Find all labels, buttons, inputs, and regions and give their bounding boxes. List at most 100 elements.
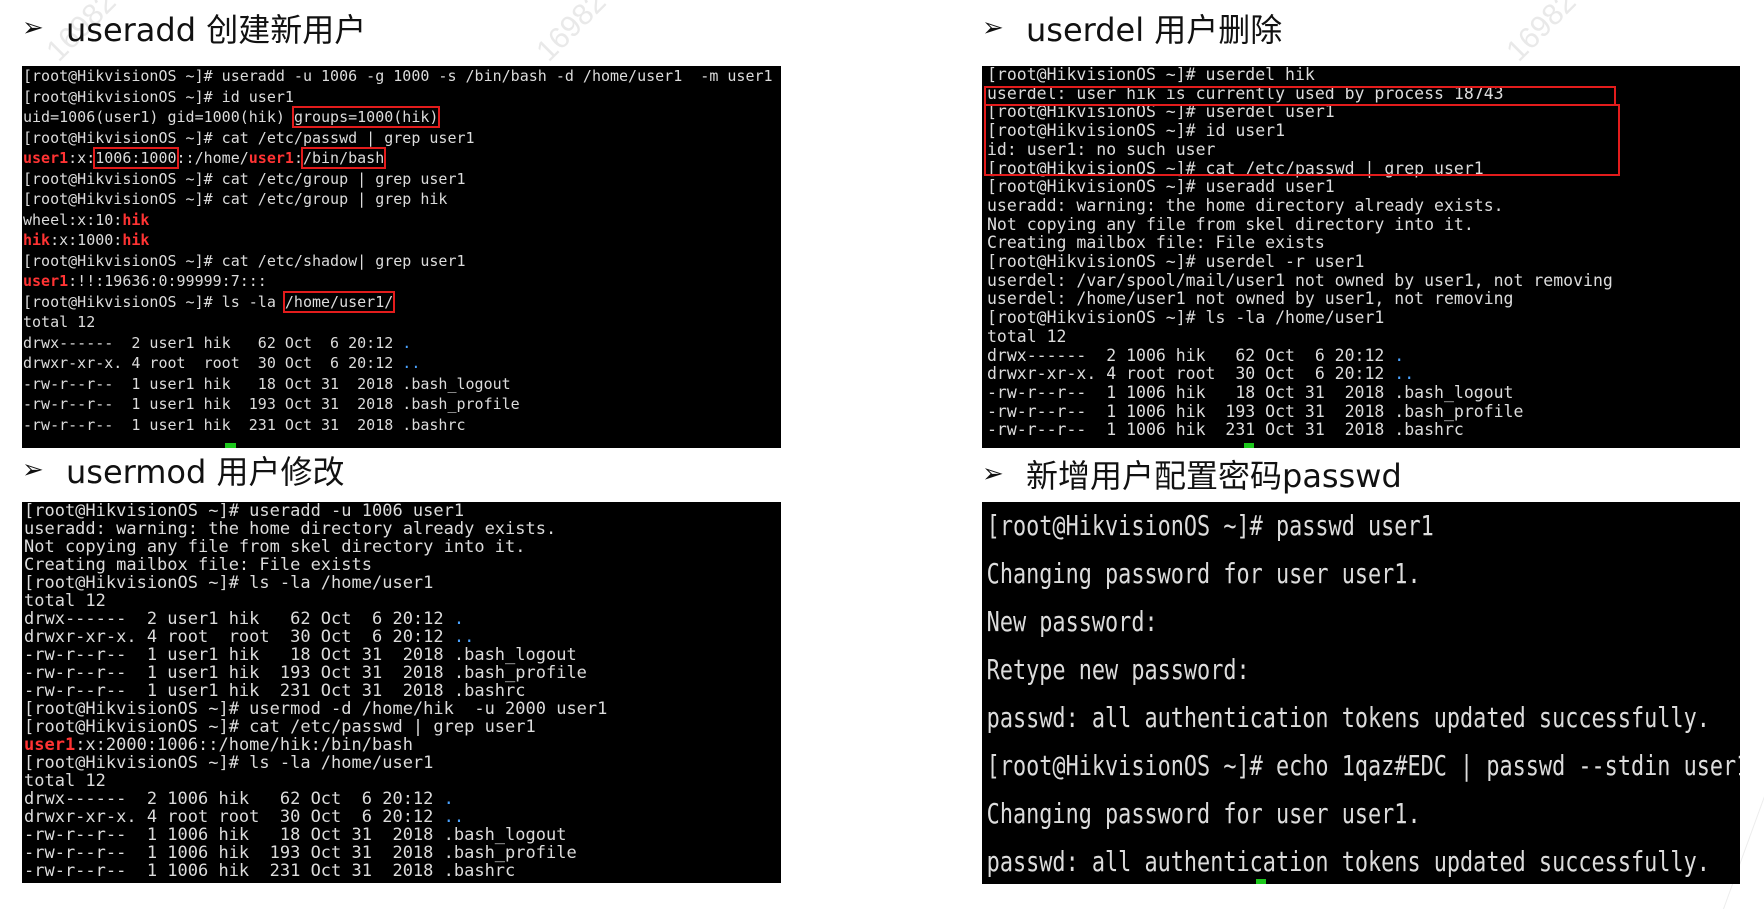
terminal-line: [root@HikvisionOS ~]# cat /etc/group | g… <box>23 169 466 188</box>
terminal-line: [root@HikvisionOS ~]# ls -la /home/user1… <box>22 290 781 313</box>
terminal-line: -rw-r--r-- 1 user1 hik 231 Oct 31 2018 .… <box>24 681 526 701</box>
arrow-bullet-icon: ➢ <box>982 459 1004 489</box>
terminal-line: useradd: warning: the home directory alr… <box>987 195 1504 215</box>
terminal-line: [root@HikvisionOS ~]# echo 1qaz#EDC | pa… <box>986 749 1740 782</box>
terminal-line: [root@HikvisionOS ~]# useradd -u 1006 -g… <box>23 67 773 85</box>
terminal-userdel: [root@HikvisionOS ~]# userdel hik userde… <box>982 66 1740 448</box>
heading-passwd: ➢ 新增用户配置密码passwd <box>982 452 1402 496</box>
terminal-line: [root@HikvisionOS ~]# cat /etc/passwd | … <box>987 158 1484 178</box>
terminal-line: -rw-r--r-- 1 user1 hik 193 Oct 31 2018 .… <box>23 395 520 413</box>
terminal-line: userdel: user hik is currently used by p… <box>987 83 1504 103</box>
heading-usermod: ➢ usermod 用户修改 <box>22 448 344 492</box>
terminal-line: drwxr-xr-x. 4 root root 30 Oct 6 20:12 .… <box>22 353 781 374</box>
terminal-line: -rw-r--r-- 1 1006 hik 18 Oct 31 2018 .ba… <box>987 382 1514 402</box>
terminal-line: id: user1: no such user <box>987 139 1216 159</box>
text: :x:2000:1006::/home/hik:/bin/bash <box>75 735 413 755</box>
terminal-line: user1:!!:19636:0:99999:7::: <box>22 271 781 292</box>
shell-highlight: /bin/bash <box>300 147 387 169</box>
group-highlight: hik <box>122 231 150 249</box>
terminal-line: user1:x:1006:1000::/home/user1:/bin/bash <box>22 147 781 169</box>
text: drwx------ 2 user1 hik 62 Oct 6 20:12 <box>23 333 403 352</box>
terminal-useradd: [root@HikvisionOS ~]# useradd -u 1006 -g… <box>22 66 781 448</box>
terminal-line: [root@HikvisionOS ~]# userdel user1 <box>987 102 1335 122</box>
terminal-cursor <box>225 443 236 448</box>
terminal-line: [root@HikvisionOS ~]# ls -la /home/user1 <box>24 753 434 773</box>
text: : <box>293 149 303 167</box>
heading-text: usermod 用户修改 <box>66 453 345 491</box>
terminal-line: drwx------ 2 user1 hik 62 Oct 6 20:12 . <box>22 333 781 354</box>
dir-link: .. <box>402 354 421 372</box>
terminal-line: [root@HikvisionOS ~]# ls -la /home/user1 <box>987 308 1385 328</box>
dir-link: . <box>443 789 454 809</box>
terminal-line: -rw-r--r-- 1 1006 hik 193 Oct 31 2018 .b… <box>24 843 577 863</box>
group-highlight: hik <box>122 210 150 229</box>
terminal-line: [root@HikvisionOS ~]# cat /etc/group | g… <box>23 190 448 208</box>
heading-text: useradd 创建新用户 <box>66 11 367 49</box>
terminal-line: -rw-r--r-- 1 user1 hik 193 Oct 31 2018 .… <box>24 663 587 683</box>
terminal-line: total 12 <box>24 591 106 611</box>
terminal-line: [root@HikvisionOS ~]# userdel -r user1 <box>987 252 1365 272</box>
text: drwx------ 2 user1 hik 62 Oct 6 20:12 <box>24 609 454 629</box>
groups-highlight: groups=1000(hik) <box>291 106 441 128</box>
terminal-line: useradd: warning: the home directory alr… <box>24 519 557 539</box>
terminal-line: drwx------ 2 user1 hik 62 Oct 6 20:12 . <box>22 610 781 628</box>
terminal-line: userdel: /home/user1 not owned by user1,… <box>987 289 1514 309</box>
heading-text: userdel 用户删除 <box>1026 11 1283 49</box>
arrow-bullet-icon: ➢ <box>22 455 44 485</box>
text: drwxr-xr-x. 4 root root 30 Oct 6 20:12 <box>23 354 403 372</box>
heading-text: 新增用户配置密码passwd <box>1026 457 1402 495</box>
terminal-line: -rw-r--r-- 1 1006 hik 193 Oct 31 2018 .b… <box>987 401 1524 421</box>
terminal-line: Not copying any file from skel directory… <box>24 537 526 557</box>
terminal-line: [root@HikvisionOS ~]# ls -la /home/user1 <box>24 573 434 593</box>
user-highlight: user1 <box>23 272 69 290</box>
terminal-line: user1:x:2000:1006::/home/hik:/bin/bash <box>22 736 781 754</box>
terminal-line: New password: <box>986 605 1158 638</box>
text: :x:1000: <box>50 231 123 249</box>
dir-link: . <box>1394 345 1405 365</box>
terminal-line: uid=1006(user1) gid=1000(hik) groups=100… <box>22 106 781 128</box>
text: wheel:x:10: <box>23 210 123 229</box>
terminal-line: Not copying any file from skel directory… <box>987 214 1474 234</box>
text: drwx------ 2 1006 hik 62 Oct 6 20:12 <box>987 345 1395 365</box>
terminal-cursor <box>1244 443 1254 448</box>
terminal-line: [root@HikvisionOS ~]# useradd user1 <box>987 177 1335 197</box>
terminal-line: drwxr-xr-x. 4 root root 30 Oct 6 20:12 .… <box>22 628 781 646</box>
watermark: 16982 <box>1500 0 1583 68</box>
terminal-line: -rw-r--r-- 1 user1 hik 231 Oct 31 2018 .… <box>23 415 466 434</box>
terminal-line: Creating mailbox file: File exists <box>987 233 1325 253</box>
terminal-line: [root@HikvisionOS ~]# id user1 <box>23 87 294 106</box>
terminal-line: passwd: all authentication tokens update… <box>986 701 1710 734</box>
text: :x: <box>68 149 96 167</box>
terminal-line: [root@HikvisionOS ~]# passwd user1 <box>986 509 1434 542</box>
text: :!!:19636:0:99999:7::: <box>68 272 267 290</box>
terminal-line: Creating mailbox file: File exists <box>24 555 372 575</box>
terminal-line: wheel:x:10:hik <box>22 210 781 231</box>
terminal-usermod: [root@HikvisionOS ~]# useradd -u 1006 us… <box>22 502 781 883</box>
watermark: 16982 <box>530 0 613 68</box>
terminal-line: hik:x:1000:hik <box>22 230 781 251</box>
terminal-line: [root@HikvisionOS ~]# cat /etc/shadow| g… <box>23 251 466 270</box>
arrow-bullet-icon: ➢ <box>982 13 1004 43</box>
terminal-line: [root@HikvisionOS ~]# cat /etc/passwd | … <box>24 717 536 737</box>
terminal-line: -rw-r--r-- 1 user1 hik 18 Oct 31 2018 .b… <box>23 374 511 393</box>
heading-userdel: ➢ userdel 用户删除 <box>982 6 1282 50</box>
terminal-line: [root@HikvisionOS ~]# useradd -u 1006 us… <box>24 502 465 521</box>
arrow-bullet-icon: ➢ <box>22 13 44 43</box>
terminal-line: Retype new password: <box>986 653 1250 686</box>
terminal-line: Changing password for user user1. <box>986 797 1421 830</box>
dir-link: .. <box>1394 364 1415 384</box>
dir-link: . <box>402 333 412 352</box>
user-highlight: user1 <box>248 149 294 167</box>
terminal-line: drwx------ 2 1006 hik 62 Oct 6 20:12 . <box>22 790 781 808</box>
terminal-line: total 12 <box>987 326 1067 346</box>
terminal-line: -rw-r--r-- 1 1006 hik 231 Oct 31 2018 .b… <box>987 420 1464 440</box>
dir-link: .. <box>443 807 465 827</box>
terminal-line: [root@HikvisionOS ~]# userdel hik <box>987 66 1315 84</box>
text: drwxr-xr-x. 4 root root 30 Oct 6 20:12 <box>24 807 444 827</box>
dir-link: . <box>453 609 465 629</box>
user-highlight: user1 <box>24 735 76 755</box>
terminal-line: -rw-r--r-- 1 1006 hik 18 Oct 31 2018 .ba… <box>24 825 567 845</box>
terminal-cursor <box>1256 879 1266 884</box>
terminal-line: passwd: all authentication tokens update… <box>986 845 1710 878</box>
heading-useradd: ➢ useradd 创建新用户 <box>22 6 366 50</box>
